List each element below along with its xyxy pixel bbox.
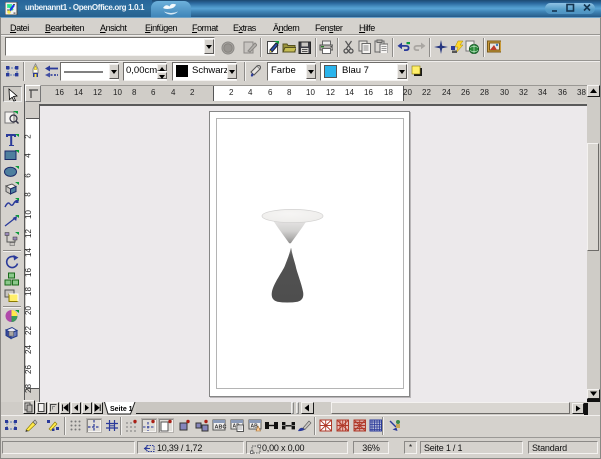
- svg-text:Seite 1: Seite 1: [110, 406, 133, 413]
- svg-text:ABC: ABC: [215, 425, 227, 431]
